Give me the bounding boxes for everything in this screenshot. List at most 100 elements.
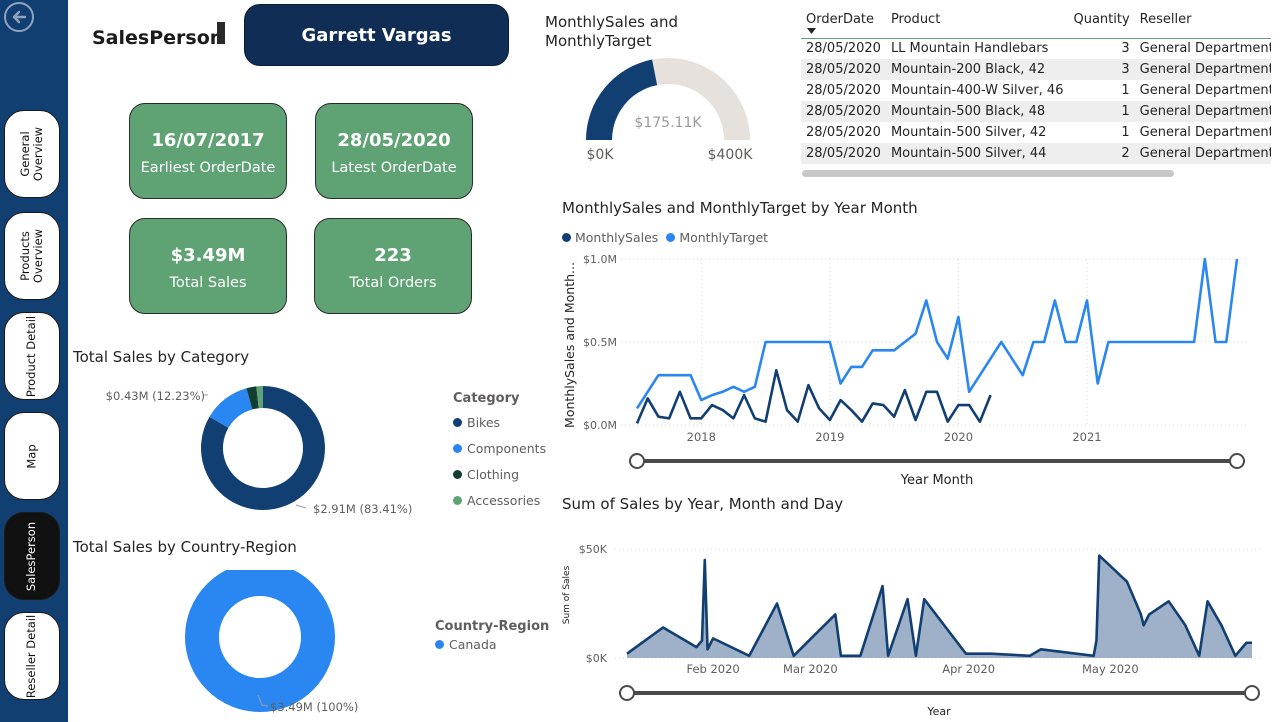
country-donut: $3.49M (100%) bbox=[185, 570, 358, 714]
legend-label: Components bbox=[467, 440, 547, 456]
legend-dot bbox=[435, 639, 444, 649]
orders-table: OrderDate Product Quantity Reseller 28/0… bbox=[801, 2, 1271, 164]
kpi-label: Total Orders bbox=[349, 275, 437, 291]
col-orderdate[interactable]: OrderDate bbox=[801, 2, 886, 38]
kpi-value: $3.49M bbox=[170, 245, 246, 266]
legend-item-accessories[interactable]: Accessories bbox=[453, 487, 546, 513]
table-row[interactable]: 28/05/2020 Mountain-500 Black, 48 1 General… bbox=[801, 101, 1271, 122]
series-line-monthlysales[interactable] bbox=[635, 368, 992, 424]
legend-title: Country-Region bbox=[435, 619, 550, 634]
table-cell: Mountain-200 Black, 42 bbox=[885, 59, 1069, 80]
sort-desc-icon bbox=[807, 28, 816, 34]
salesperson-selector[interactable]: Garrett Vargas bbox=[244, 4, 509, 66]
gauge-max-label: $400K bbox=[708, 147, 754, 163]
table-row[interactable]: 28/05/2020 Mountain-200 Black, 42 3 General… bbox=[801, 59, 1271, 80]
slice-label-canada: $3.49M (100%) bbox=[270, 700, 358, 714]
column-header: Reseller bbox=[1139, 12, 1192, 28]
salesperson-label: SalesPerson bbox=[92, 27, 224, 49]
table-row[interactable]: 28/05/2020 LL Mountain Handlebars 3 General… bbox=[801, 38, 1271, 59]
table-cell: General Department S bbox=[1134, 59, 1271, 80]
kpi-value: 16/07/2017 bbox=[151, 130, 265, 151]
col-quantity[interactable]: Quantity bbox=[1068, 2, 1134, 38]
kpi-latest-orderdate: 28/05/2020 Latest OrderDate bbox=[315, 103, 473, 199]
legend-label: Bikes bbox=[467, 414, 501, 430]
nav-reseller-detail[interactable]: Reseller Detail bbox=[4, 612, 60, 700]
category-chart-title: Total Sales by Category bbox=[73, 348, 250, 366]
legend-item-bikes[interactable]: Bikes bbox=[453, 409, 546, 435]
zoom-slider-end-handle[interactable] bbox=[1229, 453, 1245, 469]
zoom-slider-start-handle[interactable] bbox=[629, 453, 645, 469]
orders-table-container: OrderDate Product Quantity Reseller 28/0… bbox=[801, 2, 1271, 166]
y-tick-label: $1.0M bbox=[583, 253, 617, 266]
back-button[interactable] bbox=[4, 2, 34, 32]
category-legend: Category Bikes Components Clothing Acces… bbox=[453, 391, 546, 513]
nav-salesperson[interactable]: SalesPerson bbox=[4, 512, 60, 600]
x-tick-label: Feb 2020 bbox=[686, 662, 739, 676]
legend-dot bbox=[453, 495, 462, 505]
col-reseller[interactable]: Reseller bbox=[1135, 2, 1271, 38]
legend-item-components[interactable]: Components bbox=[453, 435, 546, 461]
table-row[interactable]: 28/05/2020 Mountain-500 Silver, 42 1 Genera… bbox=[801, 122, 1271, 143]
table-cell: 28/05/2020 bbox=[806, 83, 881, 98]
column-header: Product bbox=[890, 12, 941, 28]
legend-dot bbox=[666, 233, 676, 242]
legend-item-clothing[interactable]: Clothing bbox=[453, 461, 546, 487]
table-row[interactable]: 28/05/2020 Mountain-400-W Silver, 46 1 Gene… bbox=[801, 80, 1271, 101]
kpi-earliest-orderdate: 16/07/2017 Earliest OrderDate bbox=[129, 103, 287, 199]
table-cell: Mountain-500 Silver, 42 bbox=[890, 125, 1047, 140]
x-axis-label: Year bbox=[926, 705, 951, 718]
line-chart-legend: MonthlySales MonthlyTarget bbox=[562, 230, 768, 245]
zoom-slider-end-handle[interactable] bbox=[1244, 685, 1260, 701]
area-chart-title: Sum of Sales by Year, Month and Day bbox=[562, 495, 844, 513]
x-tick-label: Mar 2020 bbox=[783, 662, 838, 676]
col-product[interactable]: Product bbox=[886, 2, 1069, 38]
legend-item-monthlysales[interactable]: MonthlySales bbox=[562, 230, 658, 245]
table-row[interactable]: 28/05/2020 Mountain-500 Silver, 44 2 Genera… bbox=[801, 143, 1271, 164]
table-cell: 1 bbox=[1121, 125, 1130, 140]
table-cell: General Department S bbox=[1139, 41, 1271, 57]
table-cell: LL Mountain Handlebars bbox=[890, 41, 1049, 57]
slice-label-components: $0.43M (12.23%) bbox=[106, 389, 205, 403]
legend-item-monthlytarget[interactable]: MonthlyTarget bbox=[666, 230, 768, 245]
legend-label: Clothing bbox=[467, 466, 520, 482]
nav-label: Product Detail bbox=[24, 315, 39, 397]
kpi-total-orders: 223 Total Orders bbox=[314, 218, 472, 314]
zoom-slider-start-handle[interactable] bbox=[619, 685, 635, 701]
legend-dot bbox=[453, 469, 462, 479]
legend-label: Accessories bbox=[467, 492, 541, 508]
nav-product-detail[interactable]: Product Detail bbox=[4, 312, 60, 400]
nav-sidebar: General Overview Products Overview Produ… bbox=[0, 0, 68, 722]
y-tick-label: $50K bbox=[579, 543, 608, 556]
category-slices bbox=[200, 386, 325, 510]
legend-title: Category bbox=[453, 391, 520, 406]
back-arrow-icon bbox=[12, 10, 27, 24]
table-cell: General Department S bbox=[1139, 125, 1271, 140]
slice-canada[interactable] bbox=[185, 570, 335, 712]
table-cell: General Department S bbox=[1134, 101, 1271, 122]
table-cell: Mountain-500 Silver, 44 bbox=[885, 143, 1069, 164]
kpi-label: Latest OrderDate bbox=[331, 160, 457, 176]
category-donut: $0.43M (12.23%) $2.91M (83.41%) bbox=[106, 386, 412, 516]
gauge-value-label: $175.11K bbox=[634, 115, 702, 131]
series-line-monthlytarget[interactable] bbox=[635, 257, 1239, 410]
table-cell: 1 bbox=[1068, 101, 1135, 122]
nav-general-overview[interactable]: General Overview bbox=[4, 110, 60, 198]
x-tick-label: Apr 2020 bbox=[942, 662, 995, 676]
nav-map[interactable]: Map bbox=[4, 412, 60, 500]
legend-label: Canada bbox=[449, 636, 497, 652]
country-chart-title: Total Sales by Country-Region bbox=[73, 538, 297, 556]
table-cell: 28/05/2020 bbox=[801, 59, 886, 80]
nav-label: SalesPerson bbox=[24, 521, 39, 591]
legend-item-canada[interactable]: Canada bbox=[435, 634, 549, 654]
table-horizontal-scrollbar[interactable] bbox=[802, 170, 1174, 177]
y-axis-label: Sum of Sales bbox=[562, 565, 572, 624]
x-tick-label: 2018 bbox=[687, 430, 716, 444]
line-chart-series bbox=[635, 257, 1239, 424]
gauge-chart: $175.11K $0K $400K bbox=[586, 58, 754, 163]
table-cell: 3 bbox=[1068, 59, 1135, 80]
x-tick-label: 2020 bbox=[944, 430, 973, 444]
table-cell: 1 bbox=[1121, 83, 1130, 98]
slice-label-bikes: $2.91M (83.41%) bbox=[313, 502, 412, 516]
table-cell: General Department S bbox=[1139, 83, 1271, 98]
nav-products-overview[interactable]: Products Overview bbox=[4, 212, 60, 300]
